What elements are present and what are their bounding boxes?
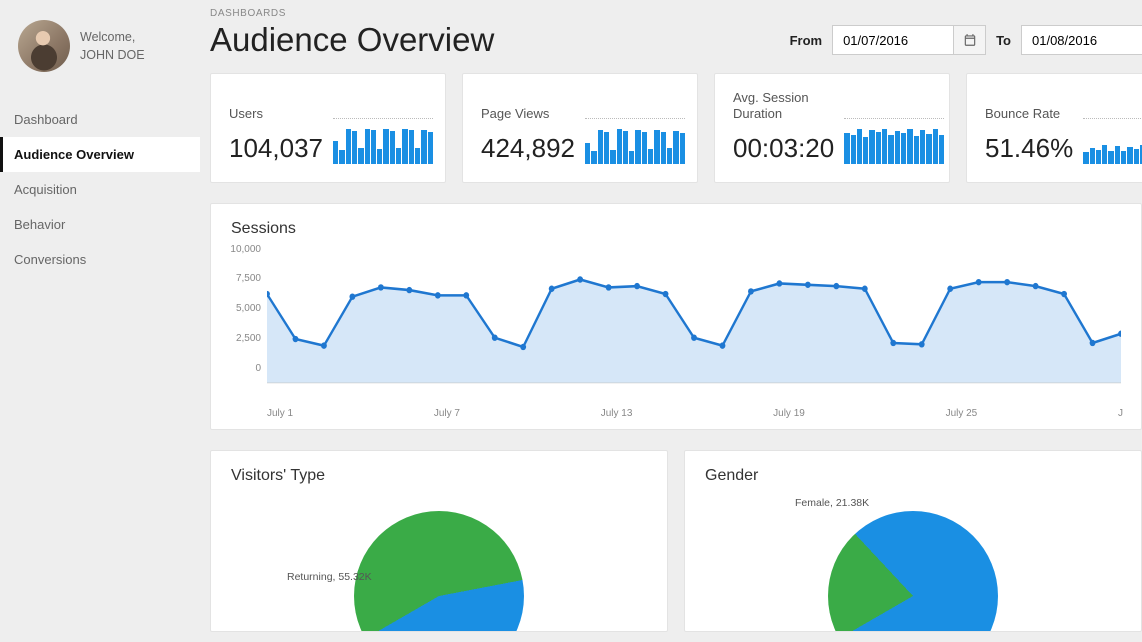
sessions-title: Sessions <box>231 220 1121 238</box>
gender-label: Female, 21.38K <box>795 497 869 509</box>
gender-panel: Gender Female, 21.38K <box>684 450 1142 632</box>
profile-text: Welcome, JOHN DOE <box>80 28 145 64</box>
main: DASHBOARDS Audience Overview From To Use… <box>200 0 1142 642</box>
kpi-sparkline <box>844 118 944 164</box>
user-name: JOHN DOE <box>80 46 145 64</box>
calendar-icon[interactable] <box>953 26 985 54</box>
to-date-input[interactable] <box>1022 26 1142 54</box>
sessions-panel: Sessions 10,0007,5005,0002,5000 July 1Ju… <box>210 203 1142 430</box>
from-date-field[interactable] <box>832 25 986 55</box>
kpi-sparkline <box>1083 118 1142 164</box>
nav-item-audience-overview[interactable]: Audience Overview <box>0 137 200 172</box>
kpi-value: 104,037 <box>229 133 323 164</box>
visitors-type-pie <box>354 511 524 632</box>
sidebar: Welcome, JOHN DOE DashboardAudience Over… <box>0 0 200 642</box>
kpi-sparkline <box>333 118 433 164</box>
breadcrumb: DASHBOARDS <box>210 8 494 19</box>
kpi-sparkline <box>585 118 685 164</box>
nav: DashboardAudience OverviewAcquisitionBeh… <box>0 102 200 277</box>
to-date-field[interactable] <box>1021 25 1142 55</box>
kpi-label: Bounce Rate <box>985 106 1073 122</box>
nav-item-conversions[interactable]: Conversions <box>0 242 200 277</box>
nav-item-acquisition[interactable]: Acquisition <box>0 172 200 207</box>
date-range: From To <box>790 25 1142 59</box>
gender-pie <box>828 511 998 632</box>
to-label: To <box>996 33 1011 48</box>
nav-item-dashboard[interactable]: Dashboard <box>0 102 200 137</box>
welcome-label: Welcome, <box>80 28 145 46</box>
page-title: Audience Overview <box>210 21 494 59</box>
visitors-type-panel: Visitors' Type Returning, 55.32K <box>210 450 668 632</box>
kpi-value: 424,892 <box>481 133 575 164</box>
kpi-label: Users <box>229 106 323 122</box>
header: DASHBOARDS Audience Overview From To <box>210 8 1142 59</box>
visitors-type-label: Returning, 55.32K <box>287 571 372 583</box>
kpi-label: Page Views <box>481 106 575 122</box>
kpi-value: 51.46% <box>985 133 1073 164</box>
kpi-value: 00:03:20 <box>733 133 834 164</box>
sessions-chart: 10,0007,5005,0002,5000 <box>267 244 1121 404</box>
kpi-row: Users 104,037 Page Views 424,892 Avg. Sessio… <box>210 73 1142 183</box>
visitors-type-title: Visitors' Type <box>231 467 647 485</box>
kpi-card-0: Users 104,037 <box>210 73 446 183</box>
profile-block: Welcome, JOHN DOE <box>0 12 200 92</box>
kpi-label: Avg. Session Duration <box>733 90 834 123</box>
kpi-card-1: Page Views 424,892 <box>462 73 698 183</box>
kpi-card-2: Avg. Session Duration 00:03:20 <box>714 73 950 183</box>
avatar[interactable] <box>18 20 70 72</box>
gender-title: Gender <box>705 467 1121 485</box>
nav-item-behavior[interactable]: Behavior <box>0 207 200 242</box>
from-date-input[interactable] <box>833 26 953 54</box>
kpi-card-3: Bounce Rate 51.46% <box>966 73 1142 183</box>
from-label: From <box>790 33 823 48</box>
